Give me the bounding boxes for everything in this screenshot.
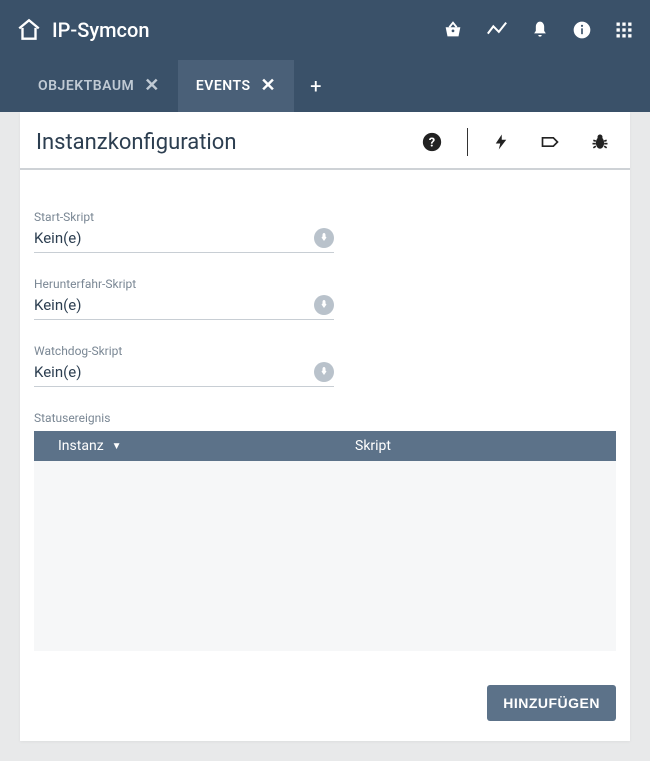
bug-icon[interactable] [590, 132, 610, 152]
bolt-icon[interactable] [492, 131, 510, 153]
panel-title: Instanzkonfiguration [36, 130, 421, 155]
app-header: IP-Symcon [0, 0, 650, 60]
watchdog-script-field: Watchdog-Skript Kein(e) [34, 344, 334, 387]
bell-icon[interactable] [530, 20, 550, 40]
tab-objektbaum[interactable]: OBJEKTBAUM ✕ [20, 60, 178, 112]
divider [467, 128, 468, 156]
add-tab-button[interactable]: + [294, 60, 337, 112]
start-script-field: Start-Skript Kein(e) [34, 210, 334, 253]
logo-area: IP-Symcon [16, 17, 149, 43]
close-icon[interactable]: ✕ [261, 77, 277, 95]
field-label: Herunterfahr-Skript [34, 277, 334, 291]
field-value[interactable]: Kein(e) [34, 229, 314, 247]
column-script[interactable]: Skript [325, 438, 616, 454]
info-icon[interactable] [572, 20, 592, 40]
table-body [34, 461, 616, 651]
header-actions [442, 19, 634, 41]
home-icon [16, 17, 42, 43]
field-value[interactable]: Kein(e) [34, 363, 314, 381]
form-body: Start-Skript Kein(e) Herunterfahr-Skript… [20, 170, 630, 671]
select-icon[interactable] [314, 295, 334, 315]
tag-icon[interactable] [538, 132, 562, 152]
field-value[interactable]: Kein(e) [34, 296, 314, 314]
svg-text:?: ? [429, 136, 435, 151]
tab-label: EVENTS [196, 78, 251, 94]
table-header: Instanz ▼ Skript [34, 431, 616, 461]
field-label: Watchdog-Skript [34, 344, 334, 358]
panel-footer: HINZUFÜGEN [20, 671, 630, 741]
basket-icon[interactable] [442, 19, 464, 41]
column-instance[interactable]: Instanz ▼ [34, 438, 325, 454]
activity-icon[interactable] [486, 19, 508, 41]
close-icon[interactable]: ✕ [144, 77, 160, 95]
tab-label: OBJEKTBAUM [38, 78, 134, 94]
add-button[interactable]: HINZUFÜGEN [487, 685, 616, 721]
field-label: Start-Skript [34, 210, 334, 224]
select-icon[interactable] [314, 362, 334, 382]
sort-down-icon: ▼ [112, 441, 122, 452]
panel-header: Instanzkonfiguration ? [20, 112, 630, 170]
status-event-label: Statusereignis [34, 411, 616, 425]
tabs-bar: OBJEKTBAUM ✕ EVENTS ✕ + [0, 60, 650, 112]
help-icon[interactable]: ? [421, 131, 443, 153]
shutdown-script-field: Herunterfahr-Skript Kein(e) [34, 277, 334, 320]
tab-events[interactable]: EVENTS ✕ [178, 60, 294, 112]
apps-grid-icon[interactable] [614, 20, 634, 40]
config-panel: Instanzkonfiguration ? [20, 112, 630, 741]
app-title: IP-Symcon [52, 18, 149, 42]
select-icon[interactable] [314, 228, 334, 248]
